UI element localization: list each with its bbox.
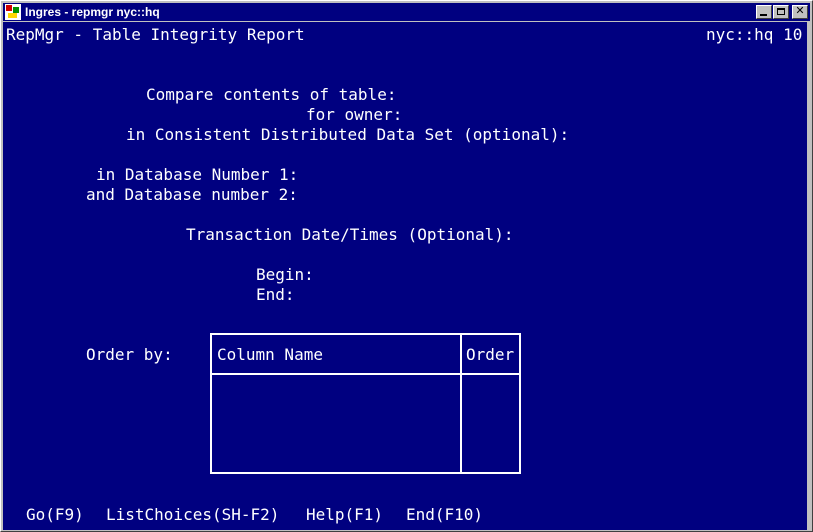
ingres-app-icon[interactable] — [5, 4, 21, 20]
screen-title: RepMgr - Table Integrity Report — [6, 25, 305, 44]
column-header-order: Order — [466, 345, 515, 364]
menu-go[interactable]: Go(F9) — [26, 505, 84, 525]
menu-help[interactable]: Help(F1) — [306, 505, 383, 525]
transaction-datetimes-label: Transaction Date/Times (Optional): — [186, 225, 514, 244]
close-icon: ✕ — [795, 4, 805, 17]
window-edge — [807, 22, 811, 530]
window-title: Ingres - repmgr nyc::hq — [25, 5, 160, 19]
title-bar[interactable]: Ingres - repmgr nyc::hq ✕ — [3, 3, 810, 21]
maximize-button[interactable] — [773, 5, 789, 19]
column-header-column-name: Column Name — [217, 345, 323, 364]
menu-end[interactable]: End(F10) — [406, 505, 483, 525]
menu-listchoices[interactable]: ListChoices(SH-F2) — [106, 505, 279, 525]
compare-table-label: Compare contents of table: — [146, 85, 397, 104]
terminal-screen[interactable]: RepMgr - Table Integrity Report nyc::hq … — [3, 22, 807, 530]
maximize-icon — [777, 8, 785, 15]
table-column-divider — [460, 335, 462, 472]
node-indicator: nyc::hq 10 — [706, 25, 803, 44]
end-label: End: — [256, 285, 295, 304]
cdds-label: in Consistent Distributed Data Set (opti… — [126, 125, 570, 144]
database1-label: in Database Number 1: — [96, 165, 299, 184]
app-window: Ingres - repmgr nyc::hq ✕ RepMgr - Table… — [0, 0, 813, 532]
table-header-divider — [212, 373, 519, 375]
owner-label: for owner: — [306, 105, 403, 124]
close-button[interactable]: ✕ — [792, 4, 808, 19]
database2-label: and Database number 2: — [86, 185, 298, 204]
order-by-table[interactable]: Column Name Order — [210, 333, 521, 474]
order-by-label: Order by: — [86, 345, 173, 364]
begin-label: Begin: — [256, 265, 314, 284]
minimize-button[interactable] — [756, 5, 772, 19]
minimize-icon — [760, 14, 767, 16]
